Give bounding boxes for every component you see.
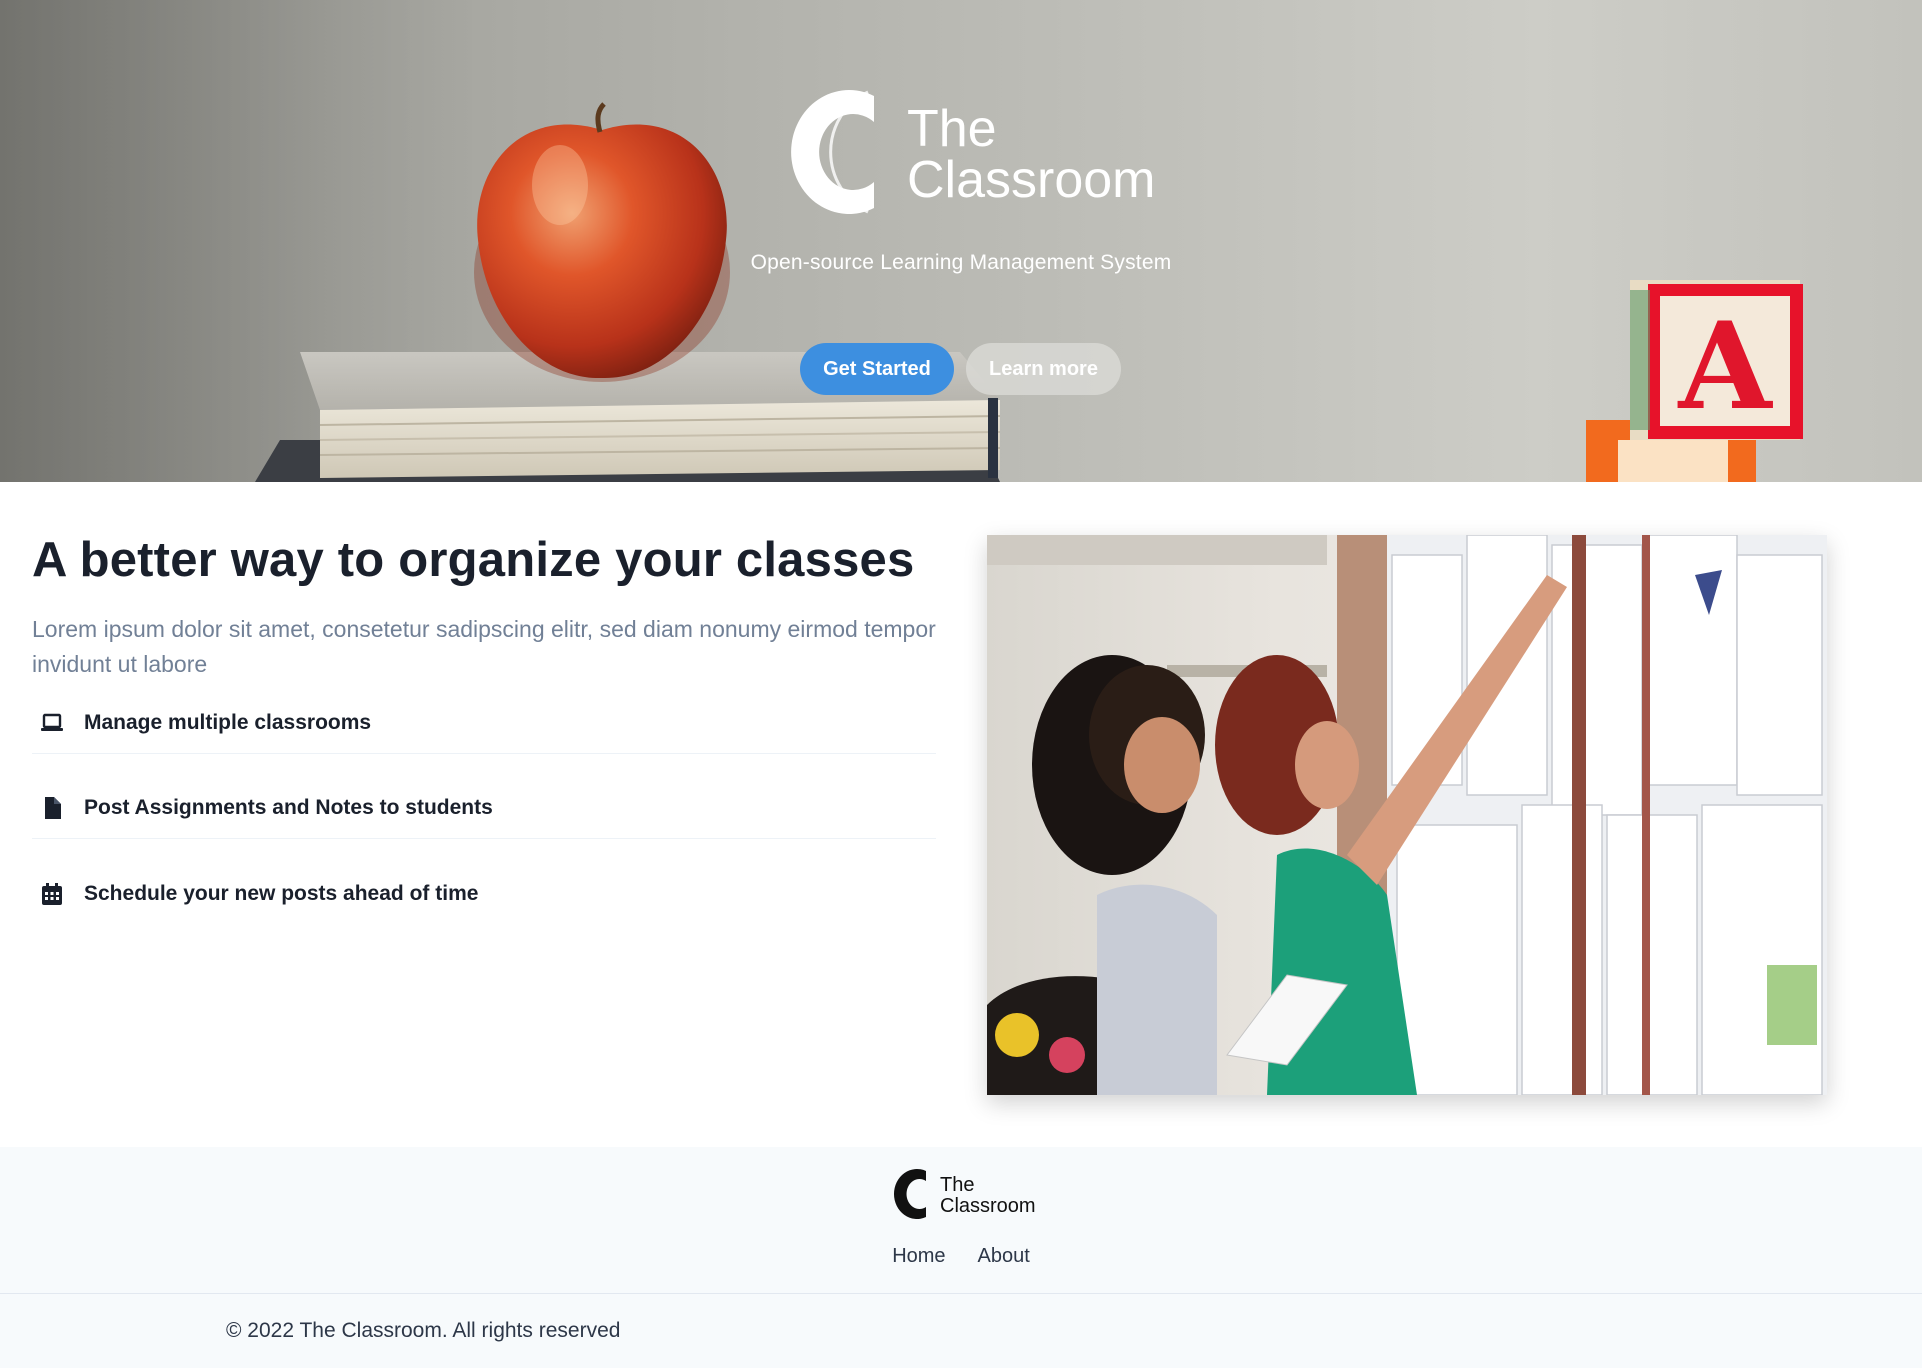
get-started-button[interactable]: Get Started [800, 343, 954, 395]
c-logo-icon [893, 1169, 926, 1219]
learn-more-button[interactable]: Learn more [966, 343, 1121, 395]
footer-divider [0, 1293, 1922, 1294]
hero-subtitle: Open-source Learning Management System [750, 251, 1172, 274]
footer-link-about[interactable]: About [978, 1245, 1030, 1268]
footer-link-home[interactable]: Home [892, 1245, 945, 1268]
file-icon [40, 796, 64, 820]
feature-label: Manage multiple classrooms [84, 711, 372, 734]
feature-item-manage-classrooms: Manage multiple classrooms [32, 693, 936, 754]
calendar-icon [40, 882, 64, 906]
logo-text-the: The [907, 100, 997, 158]
hero-section: A The Classroom Open-source Learning Man… [0, 0, 1922, 482]
the-classroom-logo: The Classroom [791, 90, 1155, 215]
footer-logo-text-classroom: Classroom [940, 1195, 1036, 1217]
classroom-photo [987, 535, 1827, 1095]
laptop-icon [40, 711, 64, 735]
feature-item-post-assignments: Post Assignments and Notes to students [32, 778, 936, 839]
feature-label: Schedule your new posts ahead of time [84, 882, 479, 905]
footer-nav: Home About [0, 1245, 1922, 1268]
logo-text-classroom: Classroom [907, 151, 1155, 209]
copyright-text: © 2022 The Classroom. All rights reserve… [226, 1319, 621, 1342]
features-heading: A better way to organize your classes [32, 533, 915, 587]
feature-label: Post Assignments and Notes to students [84, 796, 493, 819]
footer-logo-text-the: The [940, 1174, 974, 1196]
footer: The Classroom Home About © 2022 The Clas… [0, 1147, 1922, 1368]
features-description: Lorem ipsum dolor sit amet, consetetur s… [32, 616, 936, 677]
c-logo-icon [791, 90, 874, 215]
footer-logo[interactable]: The Classroom [884, 1167, 1040, 1221]
feature-item-schedule-posts: Schedule your new posts ahead of time [32, 864, 936, 924]
